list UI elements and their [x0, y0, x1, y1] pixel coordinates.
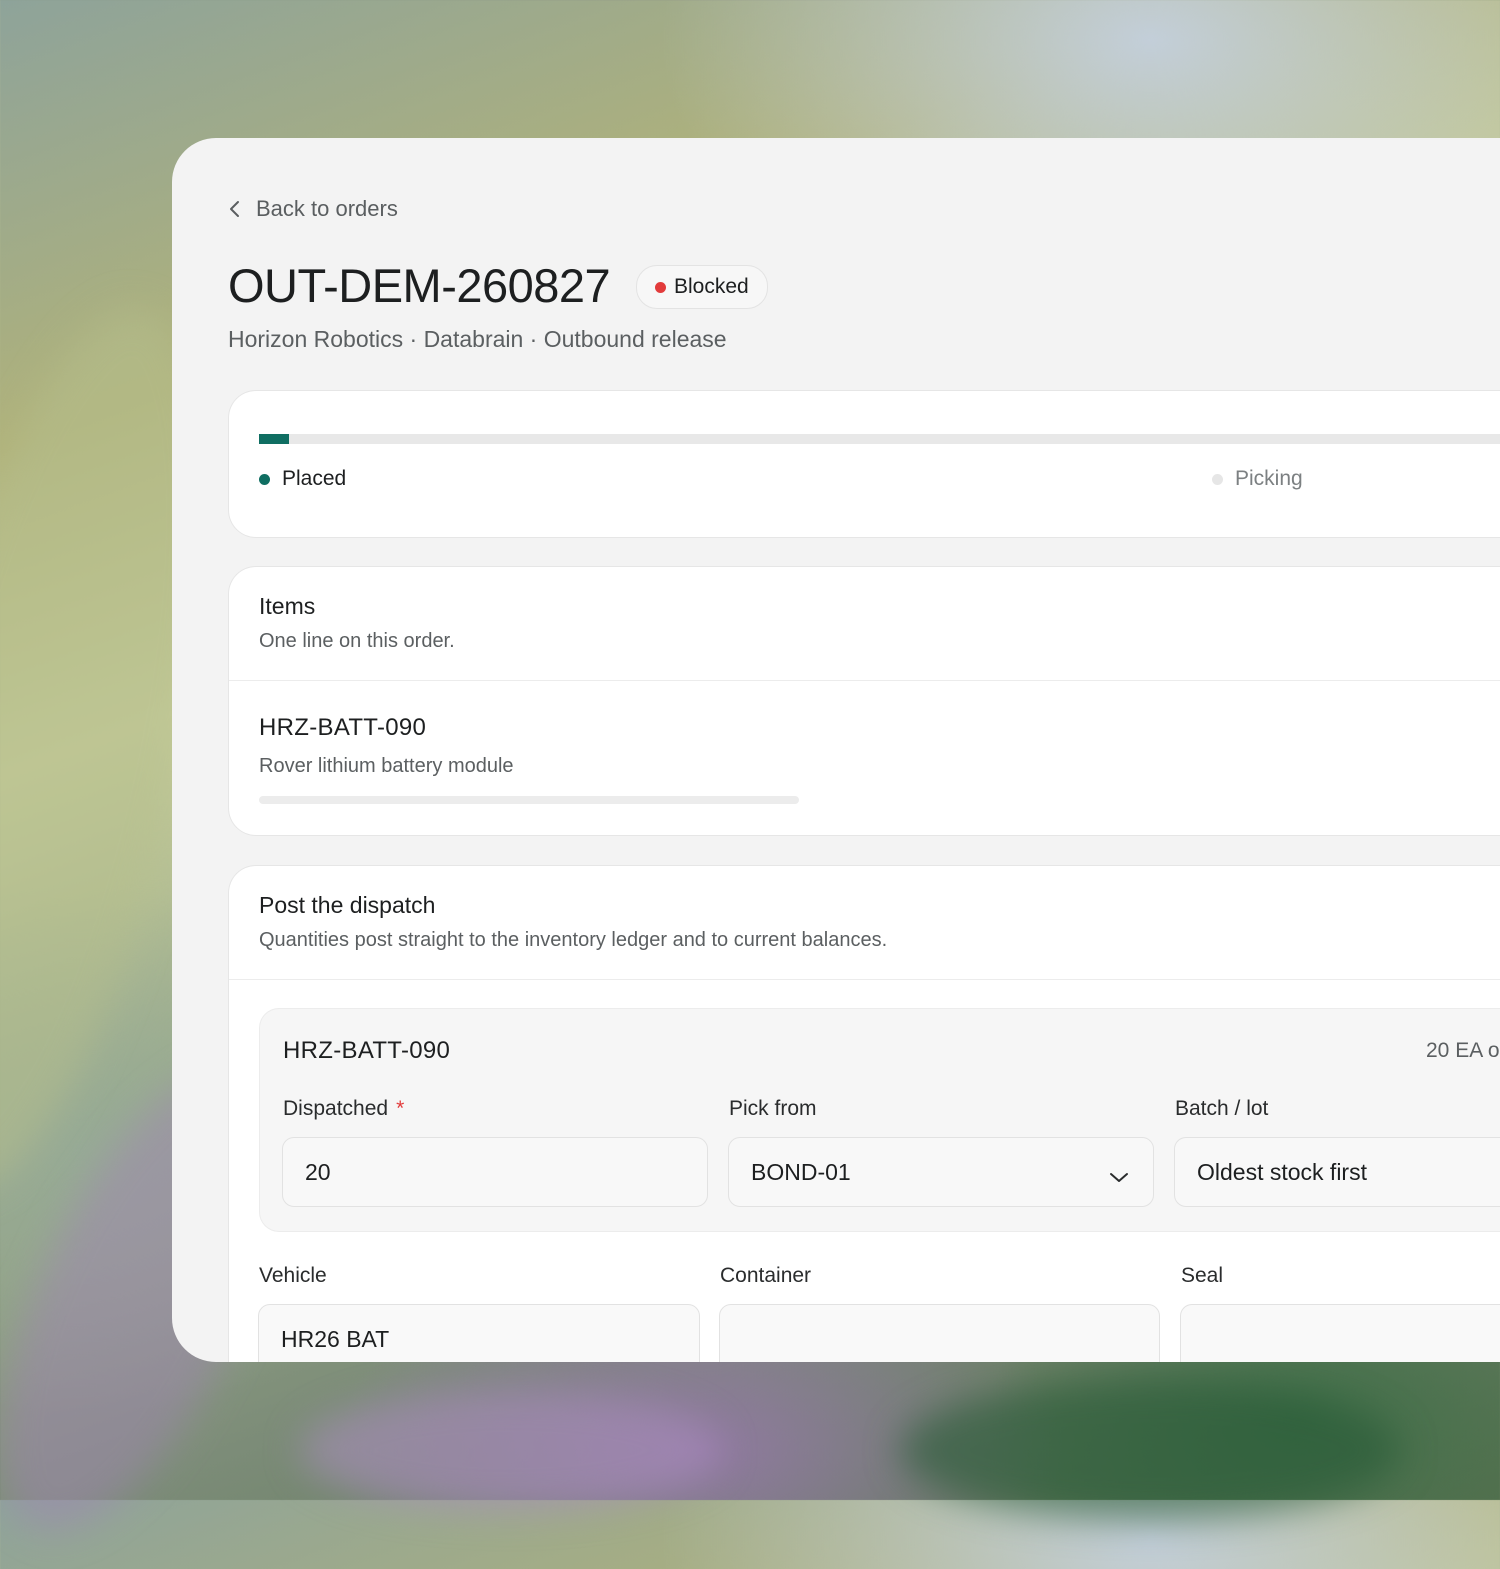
step-label: Picking [1235, 467, 1303, 490]
container-label: Container [720, 1264, 812, 1287]
progress-track [259, 434, 1500, 444]
chevron-left-icon [228, 199, 242, 219]
back-label: Back to orders [256, 196, 398, 221]
progress-fill [259, 434, 289, 444]
back-to-orders-link[interactable]: Back to orders [228, 194, 398, 224]
order-progress-panel: Placed Picking [228, 390, 1500, 538]
items-title: Items [259, 593, 316, 619]
item-name: Rover lithium battery module [259, 755, 514, 777]
dispatch-line-quantity: 20 EA ou [1426, 1039, 1500, 1062]
step-label: Placed [282, 467, 347, 490]
batch-lot-select[interactable]: Oldest stock first [1174, 1137, 1500, 1207]
batch-lot-label: Batch / lot [1175, 1097, 1269, 1120]
chevron-down-icon [1109, 1163, 1129, 1190]
required-mark: * [396, 1097, 405, 1120]
dispatch-line-sku: HRZ-BATT-090 [283, 1037, 451, 1064]
step-done-dot-icon [259, 473, 270, 485]
status-label: Blocked [674, 275, 749, 298]
step-pending-dot-icon [1212, 473, 1223, 485]
order-detail-card: Back to orders OUT-DEM-260827 Blocked Ho… [172, 138, 1500, 1362]
vehicle-value: HR26 BAT [281, 1325, 390, 1352]
status-dot-icon [655, 281, 666, 293]
step-placed: Placed [259, 467, 346, 491]
dispatched-quantity-input[interactable]: 20 [282, 1137, 708, 1207]
dispatch-line-card: HRZ-BATT-090 20 EA ou Dispatched * 20 Pic… [259, 1008, 1500, 1232]
item-progress-track [259, 796, 799, 804]
items-description: One line on this order. [259, 630, 455, 652]
pick-from-label: Pick from [729, 1097, 817, 1120]
dispatched-label-text: Dispatched [283, 1097, 389, 1120]
pick-from-select[interactable]: BOND-01 [728, 1137, 1154, 1207]
dispatch-description: Quantities post straight to the inventor… [259, 929, 888, 951]
step-picking: Picking [1212, 467, 1303, 491]
vehicle-input[interactable]: HR26 BAT [258, 1304, 700, 1362]
seal-input[interactable] [1180, 1304, 1500, 1362]
pick-from-value: BOND-01 [751, 1158, 851, 1185]
container-input[interactable] [719, 1304, 1160, 1362]
dispatch-title: Post the dispatch [259, 892, 436, 918]
vehicle-label: Vehicle [259, 1264, 327, 1287]
divider [229, 979, 1500, 980]
dispatch-panel: Post the dispatch Quantities post straig… [228, 865, 1500, 1362]
batch-lot-value: Oldest stock first [1197, 1158, 1367, 1185]
divider [229, 680, 1500, 681]
seal-label: Seal [1181, 1264, 1224, 1287]
dispatched-label: Dispatched * [283, 1097, 404, 1121]
items-panel: Items One line on this order. HRZ-BATT-0… [228, 566, 1500, 836]
order-id-title: OUT-DEM-260827 [228, 259, 611, 312]
order-subtitle: Horizon Robotics · Databrain · Outbound … [228, 326, 727, 352]
status-badge: Blocked [636, 265, 768, 309]
item-sku: HRZ-BATT-090 [259, 714, 427, 741]
dispatched-value: 20 [305, 1158, 331, 1185]
